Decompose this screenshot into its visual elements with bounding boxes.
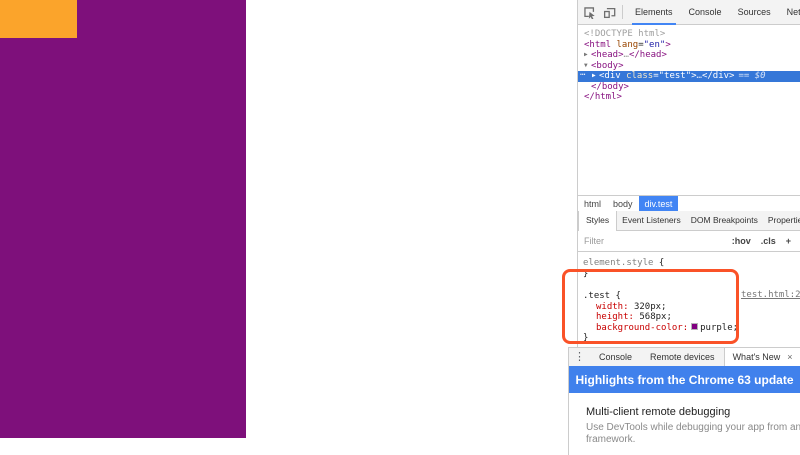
class-toggle[interactable]: .cls [761,236,776,246]
devtools-toolbar: Elements Console Sources Network [578,0,800,25]
dom-row-body-open[interactable]: ▼<body> [578,61,800,72]
css-property-row[interactable]: background-color: purple; [583,323,800,334]
tab-console[interactable]: Console [681,0,730,25]
dom-row-html-close[interactable]: </html> [578,92,800,103]
tab-sources[interactable]: Sources [730,0,779,25]
dom-row-div-test-selected[interactable]: …▶<div class="test">…</div>== $0 [578,71,800,82]
breadcrumb-item-html[interactable]: html [578,196,607,212]
article-text: Use DevTools while debugging your app fr… [586,422,800,445]
styles-pane: element.style { } .test { width: 320px; … [578,252,800,347]
whats-new-banner: Highlights from the Chrome 63 update [569,366,800,393]
dom-tree: <!DOCTYPE html> <html lang="en"> ▶<head>… [578,25,800,195]
css-property-name[interactable]: height: [596,312,634,322]
css-property-name[interactable]: background-color: [596,323,688,333]
dom-row-html-open[interactable]: <html lang="en"> [578,40,800,51]
dom-row-doctype[interactable]: <!DOCTYPE html> [578,29,800,40]
inspect-icon[interactable] [581,4,598,21]
toolbar-divider [622,5,623,19]
tab-properties[interactable]: Properties [763,211,800,231]
css-property-value[interactable]: purple; [700,323,738,333]
tab-styles[interactable]: Styles [578,211,617,231]
pseudo-class-toggle[interactable]: :hov [732,236,751,246]
tab-network[interactable]: Network [779,0,800,25]
devtools-drawer: ⋮ Console Remote devices What's New × Hi… [568,347,800,455]
css-property-row[interactable]: width: 320px; [583,302,800,313]
css-property-name[interactable]: width: [596,302,629,312]
whats-new-article: Multi-client remote debugging Use DevToo… [569,393,800,445]
css-property-value[interactable]: 568px; [639,312,672,322]
tab-whats-new[interactable]: What's New × [724,348,800,366]
dollar-zero-marker: == $0 [738,71,765,81]
tab-remote-devices[interactable]: Remote devices [641,352,724,362]
breadcrumb-item-div-test[interactable]: div.test [639,196,679,212]
breadcrumb-item-body[interactable]: body [607,196,639,212]
sidebar-tab-bar: Styles Event Listeners DOM Breakpoints P… [578,211,800,231]
rule-selector[interactable]: .test [583,291,610,301]
close-icon[interactable]: × [787,352,792,362]
banner-title: Highlights from the Chrome 63 update [575,373,793,387]
filter-input[interactable] [578,236,732,246]
dom-row-head[interactable]: ▶<head>…</head> [578,50,800,61]
device-toolbar-icon[interactable] [601,4,618,21]
stylesheet-source-link[interactable]: test.html:2 [741,290,800,301]
article-heading: Multi-client remote debugging [586,406,800,418]
color-swatch[interactable] [691,323,698,330]
expand-arrow-icon[interactable]: ▶ [592,71,599,82]
page-orange-div [0,0,77,38]
element-style-rule[interactable]: element.style { [583,258,800,269]
css-property-value[interactable]: 320px; [634,302,667,312]
styles-filter-bar: :hov .cls + [578,231,800,252]
tab-event-listeners[interactable]: Event Listeners [617,211,686,231]
dom-row-body-close[interactable]: </body> [578,82,800,93]
page-purple-div [0,0,246,438]
tab-dom-breakpoints[interactable]: DOM Breakpoints [686,211,763,231]
css-property-row[interactable]: height: 568px; [583,312,800,323]
tab-elements[interactable]: Elements [627,0,681,25]
doctype-text: <!DOCTYPE html> [584,29,665,39]
new-style-rule-button[interactable]: + [786,236,791,246]
tab-drawer-console[interactable]: Console [590,352,641,362]
expand-arrow-icon[interactable]: ▶ [584,50,591,61]
overflow-dots-icon: … [580,68,585,79]
breadcrumb: html body div.test [578,195,800,211]
kebab-menu-icon[interactable]: ⋮ [569,348,590,366]
devtools-panel: Elements Console Sources Network <!DOCTY… [577,0,800,347]
drawer-tab-bar: ⋮ Console Remote devices What's New × [569,348,800,366]
